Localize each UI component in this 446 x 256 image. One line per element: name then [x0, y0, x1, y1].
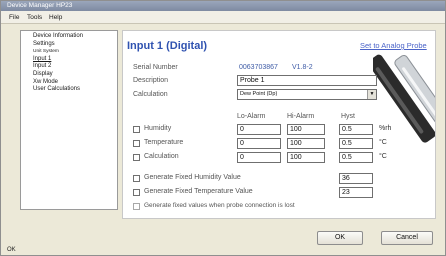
- calculation-hi-alarm-field[interactable]: 100: [287, 152, 325, 163]
- fixed-humidity-label: Generate Fixed Humidity Value: [144, 174, 241, 181]
- tree-item-settings[interactable]: Settings: [21, 41, 117, 49]
- hysteresis-header: Hyst: [341, 113, 355, 120]
- calculation-label: Calculation: [133, 91, 168, 98]
- dialog-button-bar: OK Cancel: [1, 221, 445, 255]
- tree-item-input-2[interactable]: Input 2: [21, 63, 117, 71]
- input-settings-panel: Input 1 (Digital) Set to Analog Probe Se…: [122, 30, 436, 219]
- description-field[interactable]: Probe 1: [237, 75, 377, 86]
- ok-button[interactable]: OK: [317, 231, 363, 245]
- calculation-select[interactable]: Dew Point (Dp) ▼: [237, 89, 377, 100]
- menu-tools[interactable]: Tools: [27, 14, 42, 21]
- status-bar-text: OK: [7, 247, 16, 253]
- app-window: Device Manager HP23 File Tools Help Devi…: [0, 0, 446, 256]
- title-bar: Device Manager HP23: [1, 1, 445, 11]
- humidity-lo-alarm-field[interactable]: 0: [237, 124, 281, 135]
- set-to-analog-probe-link[interactable]: Set to Analog Probe: [360, 41, 427, 50]
- calculation-lo-alarm-field[interactable]: 0: [237, 152, 281, 163]
- serial-number-label: Serial Number: [133, 64, 178, 71]
- menu-file[interactable]: File: [9, 14, 19, 21]
- description-label: Description: [133, 77, 169, 84]
- calculation-alarm-label: Calculation: [144, 153, 179, 160]
- navigation-tree: Device Information Settings Unit System …: [20, 30, 118, 210]
- temperature-label: Temperature: [144, 139, 184, 146]
- calculation-unit: °C: [379, 153, 387, 160]
- panel-title: Input 1 (Digital): [127, 40, 208, 52]
- tree-item-display[interactable]: Display: [21, 71, 117, 79]
- tree-item-input-1[interactable]: Input 1: [21, 56, 117, 64]
- fixed-on-probe-lost-label: Generate fixed values when probe connect…: [144, 202, 295, 209]
- fixed-on-probe-lost-checkbox[interactable]: [133, 203, 140, 210]
- window-title: Device Manager HP23: [7, 2, 73, 9]
- temperature-unit: °C: [379, 139, 387, 146]
- tree-item-user-calculations[interactable]: User Calculations: [21, 86, 117, 94]
- humidity-label: Humidity: [144, 125, 172, 132]
- hi-alarm-header: Hi-Alarm: [287, 113, 315, 120]
- menu-bar: File Tools Help: [1, 11, 445, 24]
- fixed-temperature-field[interactable]: 23: [339, 187, 373, 198]
- calculation-checkbox[interactable]: [133, 154, 140, 161]
- chevron-down-icon[interactable]: ▼: [367, 90, 376, 99]
- serial-number-value: 0063703867: [239, 64, 278, 71]
- tree-item-device-information[interactable]: Device Information: [21, 33, 117, 41]
- cancel-button[interactable]: Cancel: [381, 231, 433, 245]
- humidity-checkbox[interactable]: [133, 126, 140, 133]
- temperature-lo-alarm-field[interactable]: 0: [237, 138, 281, 149]
- temperature-hyst-field[interactable]: 0.5: [339, 138, 373, 149]
- calculation-select-value: Dew Point (Dp): [240, 91, 278, 97]
- menu-help[interactable]: Help: [49, 14, 62, 21]
- tree-item-unit-system[interactable]: Unit System: [21, 48, 117, 56]
- fixed-humidity-checkbox[interactable]: [133, 175, 140, 182]
- temperature-checkbox[interactable]: [133, 140, 140, 147]
- firmware-version-value: V1.8-2: [292, 64, 313, 71]
- humidity-unit: %rh: [379, 125, 392, 132]
- temperature-hi-alarm-field[interactable]: 100: [287, 138, 325, 149]
- calculation-hyst-field[interactable]: 0.5: [339, 152, 373, 163]
- probe-image: [373, 54, 435, 143]
- fixed-temperature-checkbox[interactable]: [133, 189, 140, 196]
- tree-item-xw-mode[interactable]: Xw Mode: [21, 79, 117, 87]
- humidity-hi-alarm-field[interactable]: 100: [287, 124, 325, 135]
- fixed-temperature-label: Generate Fixed Temperature Value: [144, 188, 253, 195]
- lo-alarm-header: Lo-Alarm: [237, 113, 266, 120]
- humidity-hyst-field[interactable]: 0.5: [339, 124, 373, 135]
- fixed-humidity-field[interactable]: 36: [339, 173, 373, 184]
